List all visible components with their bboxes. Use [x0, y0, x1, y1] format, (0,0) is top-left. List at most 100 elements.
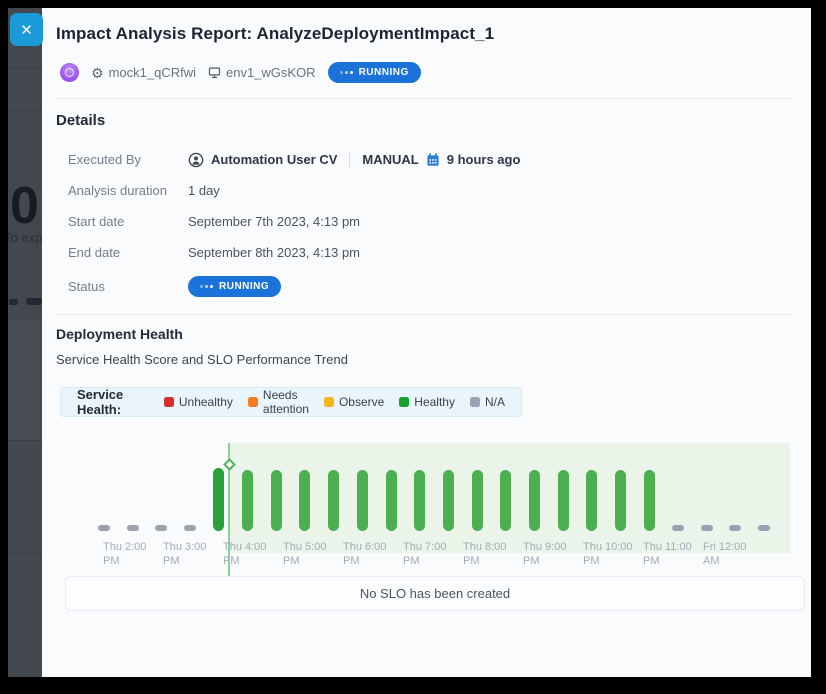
x-axis-label: Thu 9:00 PM	[523, 540, 566, 568]
health-bar	[615, 470, 626, 531]
x-axis-label: Thu 2:00 PM	[103, 540, 146, 568]
details-table: Executed By Automation User CV MANUAL 9 …	[68, 144, 688, 304]
health-bar	[500, 470, 511, 531]
health-bar	[586, 470, 597, 531]
na-marker	[184, 525, 196, 531]
detail-label: Analysis duration	[68, 183, 188, 198]
na-marker	[672, 525, 684, 531]
health-bar	[414, 470, 425, 531]
detail-row-start-date: Start date September 7th 2023, 4:13 pm	[68, 206, 688, 237]
legend-item-label: Observe	[339, 395, 384, 409]
section-divider	[56, 98, 793, 99]
health-bar	[529, 470, 540, 531]
background-band	[8, 320, 42, 440]
health-bar	[271, 470, 282, 531]
detail-value: September 8th 2023, 4:13 pm	[188, 245, 360, 260]
health-bar	[328, 470, 339, 531]
legend-swatch-icon	[248, 397, 258, 407]
status-badge-label: RUNNING	[219, 281, 269, 292]
detail-value: 1 day	[188, 183, 220, 198]
detail-row-status: Status RUNNING	[68, 268, 688, 304]
status-badge-label: RUNNING	[359, 67, 409, 78]
x-axis-label: Thu 3:00 PM	[163, 540, 206, 568]
na-marker	[98, 525, 110, 531]
background-seam	[8, 110, 42, 111]
health-bar	[357, 470, 368, 531]
details-heading: Details	[56, 112, 105, 129]
running-spinner-icon	[200, 285, 213, 288]
detail-label: Status	[68, 279, 188, 294]
x-axis-label: Thu 7:00 PM	[403, 540, 446, 568]
status-badge: RUNNING	[328, 62, 421, 83]
deployment-health-heading: Deployment Health	[56, 326, 183, 342]
legend-swatch-icon	[470, 397, 480, 407]
legend-swatch-icon	[324, 397, 334, 407]
legend-item: Observe	[324, 395, 384, 409]
detail-row-analysis-duration: Analysis duration 1 day	[68, 175, 688, 206]
legend-item-label: N/A	[485, 395, 505, 409]
environment-icon	[208, 66, 221, 79]
legend-items: Unhealthy Needs attention Observe Healthy N/…	[164, 388, 505, 416]
x-axis-label: Thu 11:00 PM	[643, 540, 692, 568]
legend-item: Healthy	[399, 395, 455, 409]
calendar-icon	[426, 153, 440, 167]
page-title: Impact Analysis Report: AnalyzeDeploymen…	[56, 24, 494, 44]
vertical-divider	[349, 151, 350, 169]
executed-time: 9 hours ago	[447, 152, 521, 167]
background-partial-text: To exp	[8, 230, 42, 245]
deployment-health-subtitle: Service Health Score and SLO Performance…	[56, 352, 348, 367]
impact-analysis-drawer: Impact Analysis Report: AnalyzeDeploymen…	[42, 8, 811, 677]
dimmed-background-app: 0 To exp	[8, 8, 42, 677]
legend-item-label: Needs attention	[263, 388, 309, 416]
background-shape	[9, 299, 18, 305]
legend-item-label: Healthy	[414, 395, 455, 409]
service-avatar-icon	[60, 63, 79, 82]
health-bar	[558, 470, 569, 531]
health-bar	[386, 470, 397, 531]
na-marker	[701, 525, 713, 531]
report-meta-row: ⚙ mock1_qCRfwi env1_wGsKOR RUNNING	[60, 62, 421, 83]
gear-icon: ⚙	[91, 66, 104, 80]
background-shape	[26, 298, 42, 305]
slo-empty-state: No SLO has been created	[65, 576, 805, 611]
detail-row-end-date: End date September 8th 2023, 4:13 pm	[68, 237, 688, 268]
detail-label: Start date	[68, 214, 188, 229]
x-axis-label: Thu 10:00 PM	[583, 540, 633, 568]
section-divider	[56, 314, 793, 315]
status-badge: RUNNING	[188, 276, 281, 297]
detail-label: End date	[68, 245, 188, 260]
mock-service-name: mock1_qCRfwi	[109, 65, 196, 80]
close-icon: ✕	[20, 21, 33, 39]
health-bar-deployment	[213, 468, 224, 531]
detail-value: RUNNING	[188, 276, 281, 297]
service-health-chart: Thu 2:00 PM Thu 3:00 PM Thu 4:00 PM Thu 5:0…	[65, 432, 807, 585]
health-bar	[644, 470, 655, 531]
background-seam	[8, 553, 42, 554]
detail-row-executed-by: Executed By Automation User CV MANUAL 9 …	[68, 144, 688, 175]
legend-item: N/A	[470, 395, 505, 409]
background-seam	[8, 68, 42, 69]
legend-item-label: Unhealthy	[179, 395, 233, 409]
x-axis-label: Thu 4:00 PM	[223, 540, 266, 568]
x-axis-label: Fri 12:00 AM	[703, 540, 746, 568]
na-marker	[127, 525, 139, 531]
detail-label: Executed By	[68, 152, 188, 167]
legend-item: Unhealthy	[164, 395, 233, 409]
background-partial-number: 0	[10, 176, 39, 236]
na-marker	[155, 525, 167, 531]
detail-value: September 7th 2023, 4:13 pm	[188, 214, 360, 229]
na-marker	[758, 525, 770, 531]
health-bar	[242, 470, 253, 531]
detail-value: Automation User CV MANUAL 9 hours ago	[188, 151, 520, 169]
close-drawer-button[interactable]: ✕	[10, 13, 43, 46]
running-spinner-icon	[340, 71, 353, 74]
health-bar	[299, 470, 310, 531]
user-icon	[188, 152, 204, 168]
environment-name: env1_wGsKOR	[226, 65, 316, 80]
health-bar	[443, 470, 454, 531]
legend-swatch-icon	[399, 397, 409, 407]
legend-title: Service Health:	[77, 387, 147, 417]
slo-empty-message: No SLO has been created	[360, 586, 510, 601]
legend-swatch-icon	[164, 397, 174, 407]
x-axis-label: Thu 5:00 PM	[283, 540, 326, 568]
